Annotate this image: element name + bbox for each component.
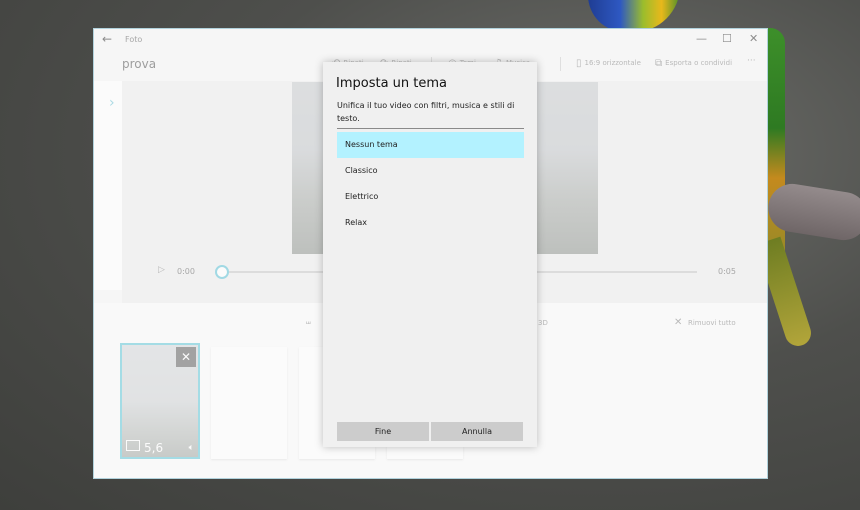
- dialog-title: Imposta un tema: [336, 76, 448, 91]
- set-theme-dialog: Imposta un tema Unifica il tuo video con…: [323, 62, 537, 447]
- theme-option-nessun-tema[interactable]: Nessun tema: [337, 132, 524, 158]
- dialog-divider: [337, 128, 524, 129]
- theme-option-classico[interactable]: Classico: [337, 158, 524, 184]
- done-button[interactable]: Fine: [337, 422, 429, 441]
- theme-option-relax[interactable]: Relax: [337, 210, 524, 236]
- theme-option-elettrico[interactable]: Elettrico: [337, 184, 524, 210]
- dialog-description: Unifica il tuo video con filtri, musica …: [337, 101, 515, 123]
- cancel-button[interactable]: Annulla: [431, 422, 523, 441]
